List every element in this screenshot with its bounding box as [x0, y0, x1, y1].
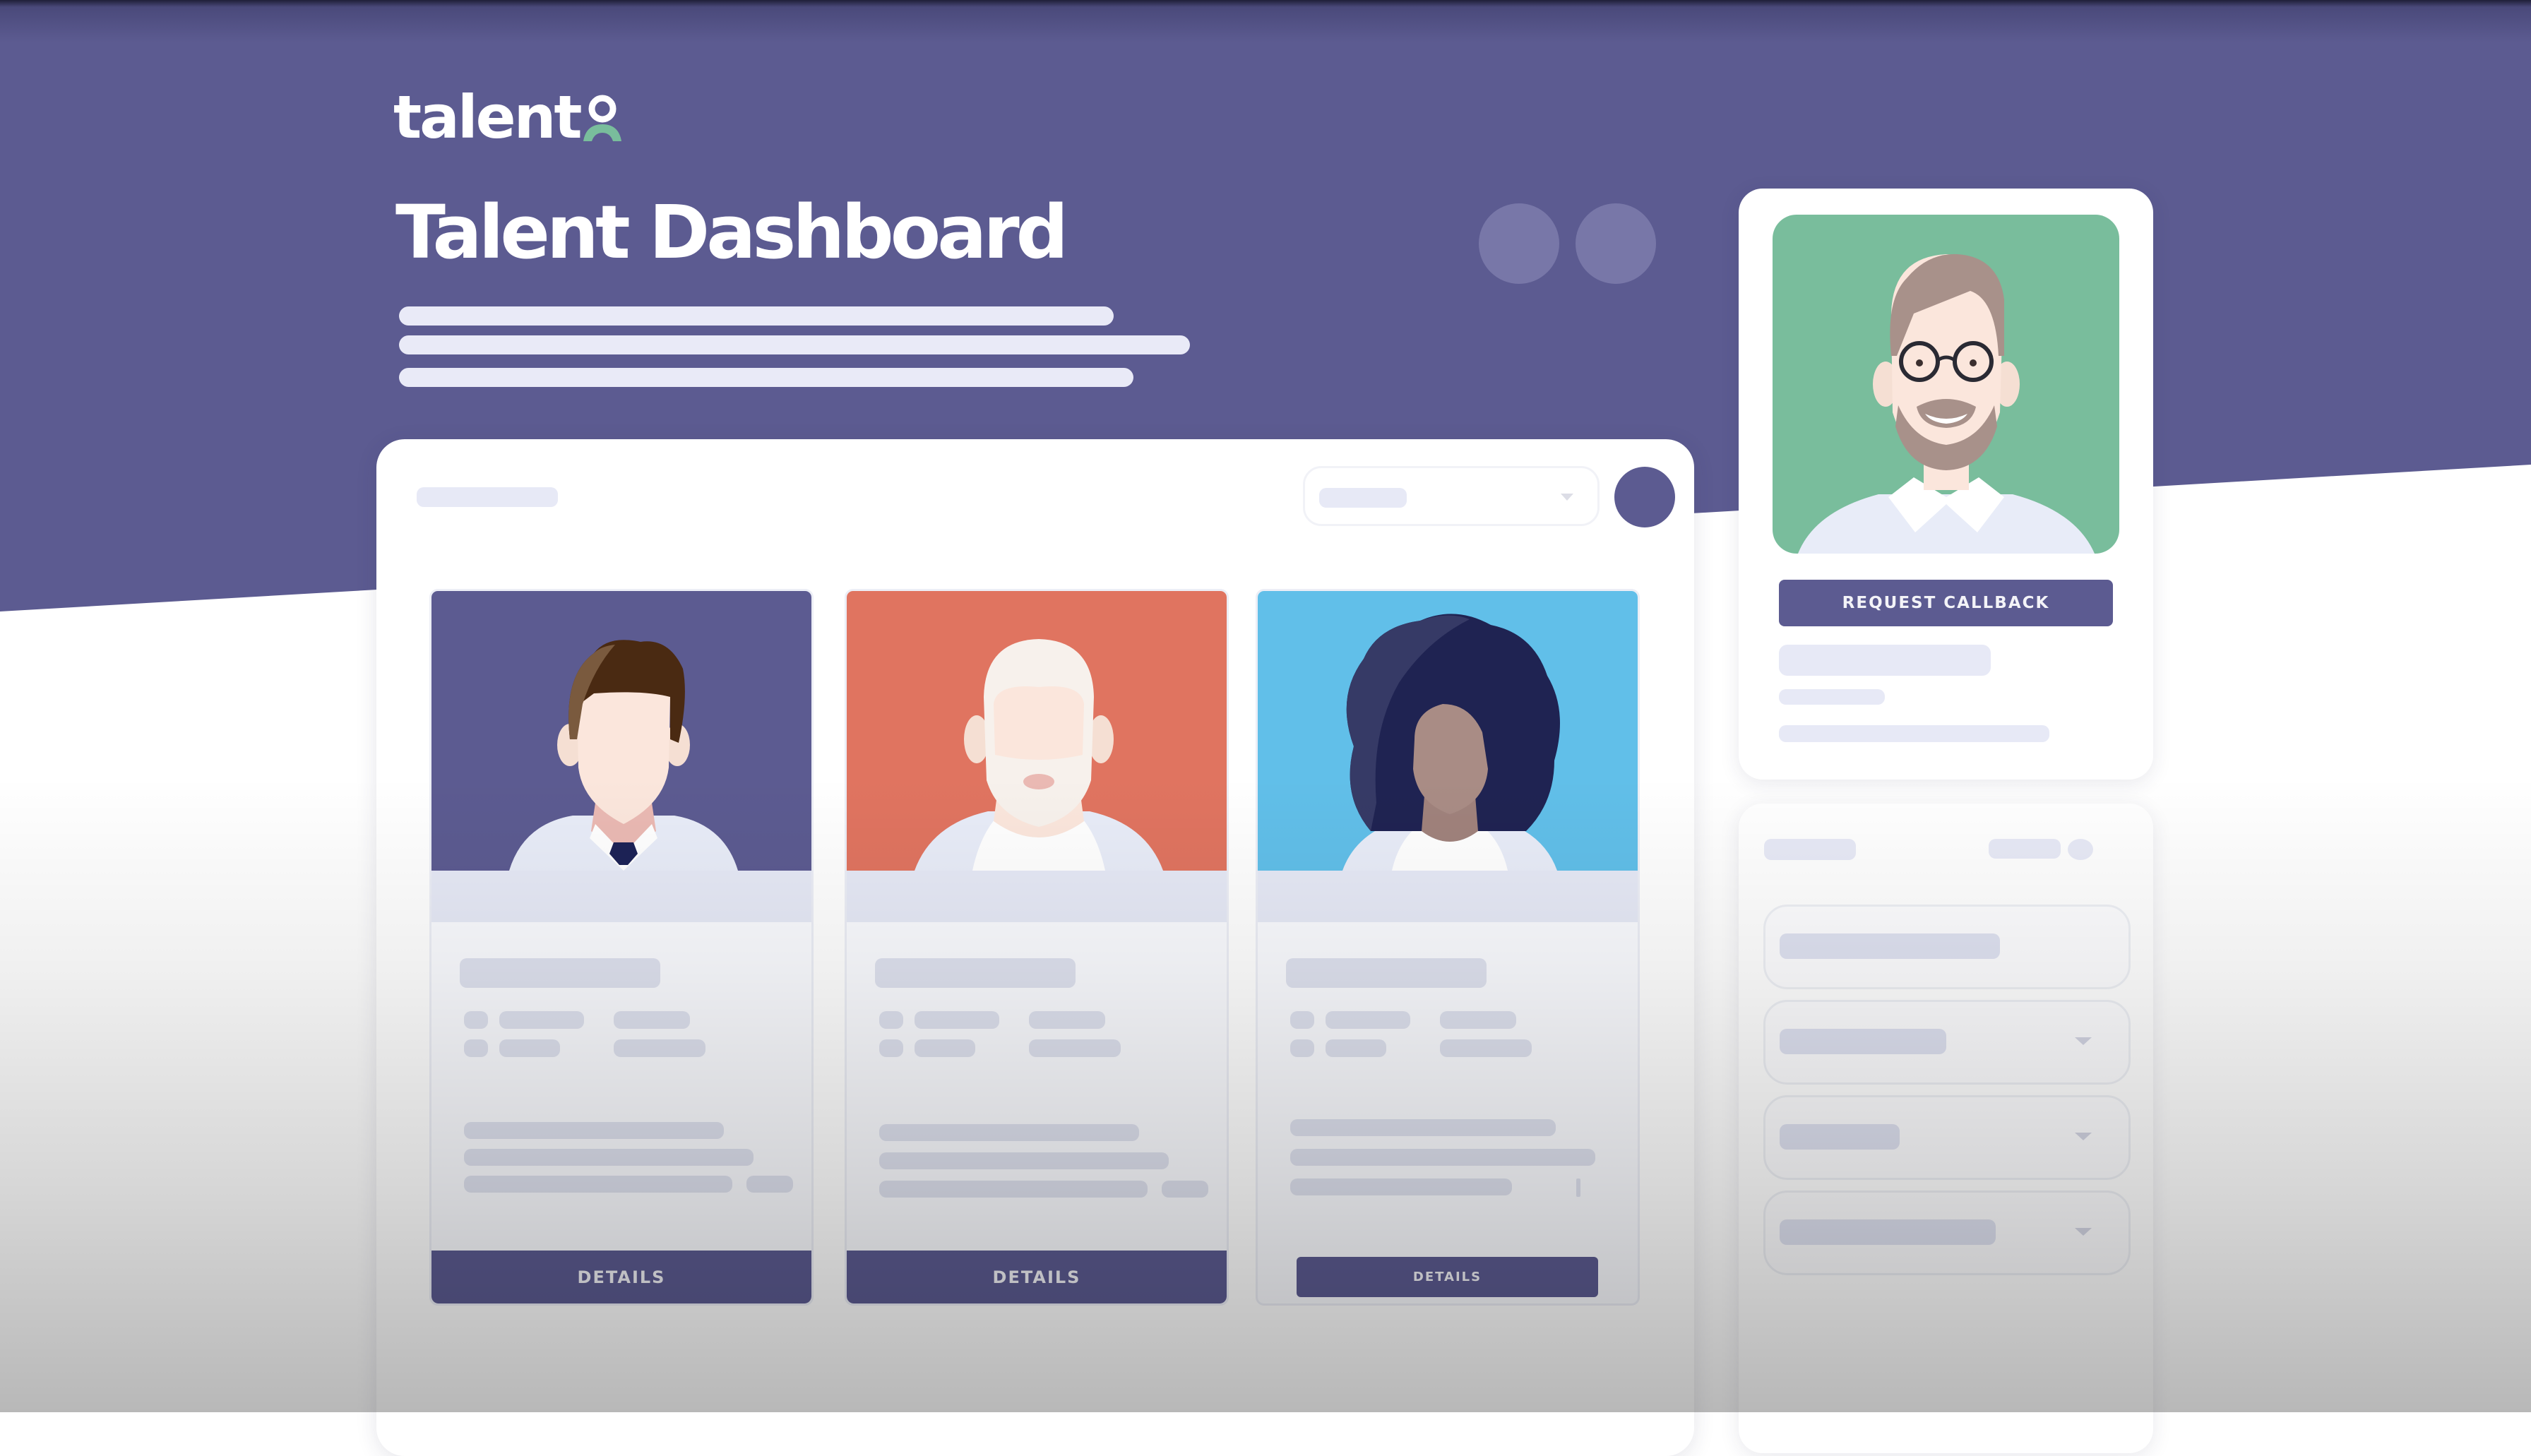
candidate-photo-band [847, 871, 1227, 922]
candidate-photo [847, 591, 1227, 871]
info-text-placeholder [1326, 1011, 1410, 1029]
featured-name-placeholder [1779, 645, 1991, 676]
decorative-circle [1576, 203, 1656, 284]
summary-line-placeholder [879, 1124, 1139, 1141]
info-text-placeholder [1029, 1039, 1121, 1057]
candidate-photo-band [431, 871, 811, 922]
summary-line-placeholder [464, 1149, 754, 1166]
brand-logo[interactable]: talent [393, 83, 623, 147]
summary-line-placeholder [746, 1176, 793, 1193]
avatar-man-white-beard-icon [915, 639, 1163, 871]
avatar-man-brown-hair-icon [509, 640, 738, 871]
filter-field-value [1780, 1029, 1946, 1054]
featured-detail-placeholder [1779, 725, 2049, 742]
featured-candidate-photo [1773, 215, 2119, 554]
sort-dropdown[interactable] [1303, 466, 1600, 526]
avatar-man-glasses-beard-icon [1798, 253, 2095, 554]
filter-title-placeholder [1764, 839, 1856, 860]
panel-heading-placeholder [417, 487, 558, 507]
sort-dropdown-value [1319, 488, 1407, 508]
summary-line-placeholder [879, 1181, 1148, 1198]
details-button[interactable]: DETAILS [847, 1251, 1227, 1303]
info-text-placeholder [499, 1011, 584, 1029]
featured-role-placeholder [1779, 689, 1885, 705]
info-text-placeholder [1326, 1039, 1386, 1057]
filter-reset-placeholder[interactable] [1989, 839, 2061, 859]
description-line [399, 368, 1133, 387]
filter-close-icon[interactable] [2068, 839, 2093, 860]
summary-line-placeholder [879, 1152, 1169, 1169]
details-button[interactable]: DETAILS [431, 1251, 811, 1303]
candidate-photo-band [1258, 871, 1638, 922]
candidate-photo [431, 591, 811, 871]
chevron-down-icon [2075, 1037, 2092, 1045]
chevron-down-icon [1561, 494, 1573, 501]
candidate-name-placeholder [875, 958, 1076, 988]
info-text-placeholder [1440, 1039, 1532, 1057]
summary-line-placeholder [1162, 1181, 1208, 1198]
chevron-down-icon [2075, 1228, 2092, 1236]
candidate-name-placeholder [1286, 958, 1487, 988]
summary-line-placeholder [464, 1122, 724, 1139]
text-cursor [1576, 1178, 1580, 1197]
filter-search-field[interactable] [1763, 905, 2131, 989]
brand-logo-wordmark: talent [393, 83, 583, 152]
candidate-photo [1258, 591, 1638, 871]
filter-panel [1739, 804, 2153, 1453]
info-text-placeholder [915, 1011, 999, 1029]
info-text-placeholder [915, 1039, 975, 1057]
filter-select-field[interactable] [1763, 1191, 2131, 1275]
candidate-name-placeholder [460, 958, 660, 988]
featured-candidate-card: REQUEST CALLBACK [1739, 189, 2153, 780]
info-icon-placeholder [1290, 1011, 1314, 1029]
info-text-placeholder [1440, 1011, 1516, 1029]
filter-select-field[interactable] [1763, 1095, 2131, 1180]
info-icon-placeholder [1290, 1039, 1314, 1057]
description-line [399, 306, 1114, 326]
person-icon [583, 95, 621, 141]
summary-line-placeholder [1290, 1119, 1556, 1136]
info-icon-placeholder [464, 1011, 488, 1029]
filter-field-value [1780, 933, 2000, 959]
filter-select-field[interactable] [1763, 1000, 2131, 1085]
candidate-card: DETAILS [845, 589, 1229, 1306]
candidate-card: DETAILS [1256, 589, 1640, 1306]
user-avatar-button[interactable] [1614, 467, 1675, 527]
decorative-circle [1479, 203, 1559, 284]
info-icon-placeholder [879, 1039, 903, 1057]
info-icon-placeholder [464, 1039, 488, 1057]
info-text-placeholder [1029, 1011, 1105, 1029]
candidates-panel: DETAILS DETAILS DETAILS [376, 439, 1694, 1456]
summary-line-placeholder [464, 1176, 732, 1193]
info-text-placeholder [499, 1039, 560, 1057]
summary-line-placeholder [1290, 1149, 1595, 1166]
avatar-woman-curly-hair-icon [1342, 614, 1560, 871]
request-callback-button[interactable]: REQUEST CALLBACK [1779, 580, 2113, 626]
info-icon-placeholder [879, 1011, 903, 1029]
page-title: Talent Dashboard [395, 189, 1068, 275]
candidate-card: DETAILS [429, 589, 814, 1306]
description-line [399, 335, 1190, 354]
filter-field-value [1780, 1219, 1996, 1245]
info-text-placeholder [614, 1039, 705, 1057]
info-text-placeholder [614, 1011, 690, 1029]
details-button[interactable]: DETAILS [1297, 1257, 1598, 1297]
filter-field-value [1780, 1124, 1900, 1150]
summary-line-placeholder [1290, 1178, 1512, 1195]
chevron-down-icon [2075, 1133, 2092, 1140]
